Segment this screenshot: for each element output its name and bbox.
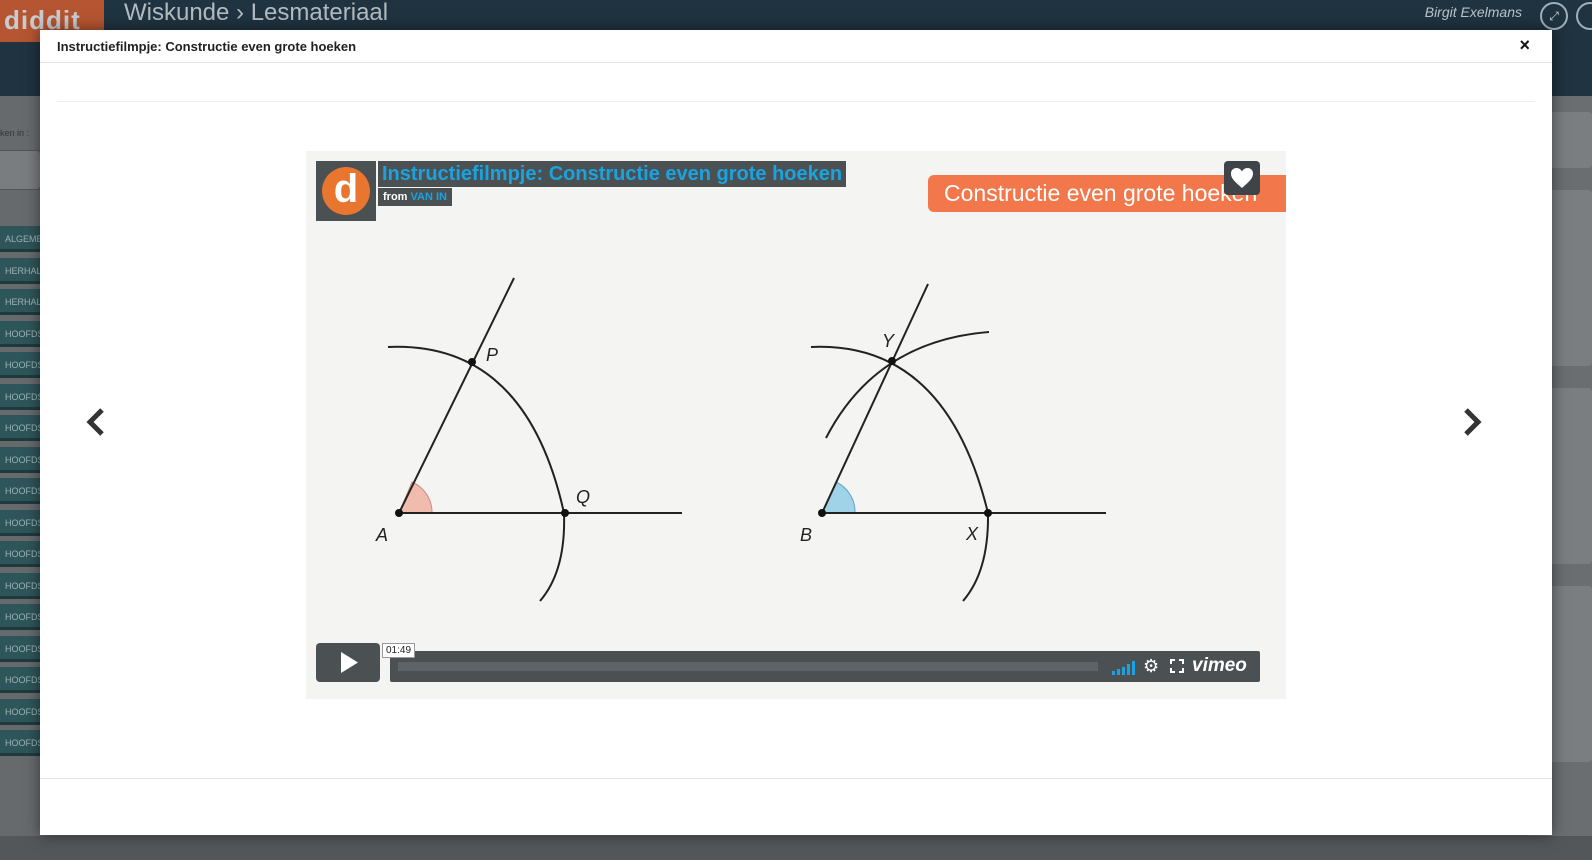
sidebar-item[interactable]: HOOFDS EXPONE [0,352,40,378]
video-player[interactable]: P Q A Y X B d Instructiefilmpje: Constru… [306,151,1286,699]
sidebar-item[interactable]: HERHAL [0,257,40,284]
sidebar-item[interactable]: HOOFDS [0,415,40,441]
sidebar-item[interactable]: HOOFDS [0,604,40,630]
point-label: X [965,524,979,544]
construction-drawing: P Q A Y X B [375,277,1106,602]
sidebar-item[interactable]: HOOFDS [0,730,40,756]
sidebar-item[interactable]: HOOFDS [0,320,40,347]
video-title-box[interactable]: Instructiefilmpje: Constructie even grot… [378,161,847,187]
play-button[interactable] [316,643,380,682]
breadcrumb: Wiskunde › Lesmateriaal [124,0,389,26]
point-label: B [800,525,812,545]
point-label: A [375,525,388,545]
sidebar-item[interactable]: ALGEME [0,226,40,252]
user-name[interactable]: Birgit Exelmans [1425,4,1522,20]
expand-icon[interactable]: ⤢ [1540,2,1568,30]
chevron-right-icon[interactable] [1460,405,1484,439]
point-label: Q [576,487,590,507]
logo-letter: d [322,167,370,215]
angle-a-arc [398,481,433,514]
bottom-strip [0,836,1592,860]
sidebar-item[interactable]: HOOFDS [0,698,40,725]
video-title[interactable]: Instructiefilmpje: Constructie even grot… [382,162,842,186]
author-link[interactable]: VAN IN [411,191,447,203]
modal-footer-divider [40,778,1552,779]
vimeo-logo[interactable]: vimeo [1192,655,1247,677]
sidebar-item[interactable]: HOOFDS [0,446,40,473]
volume-icon[interactable] [1112,659,1136,675]
progress-track[interactable] [398,662,1098,671]
search-input[interactable] [0,150,41,190]
video-modal: Instructiefilmpje: Constructie even grot… [40,30,1552,835]
sidebar-item[interactable]: HOOFDS [0,635,40,662]
sidebar-item[interactable]: HOOFDS [0,667,40,693]
modal-header: Instructiefilmpje: Constructie even grot… [40,30,1552,63]
angle-b-arc [821,481,856,514]
search-label: ken in : [0,128,30,138]
heart-icon [1231,168,1253,188]
settings-gear-icon[interactable]: ⚙ [1143,656,1159,676]
from-label: from [383,191,408,203]
sidebar-item[interactable]: HOOFDS [0,383,40,410]
video-byline: from VAN IN [378,188,452,206]
close-icon[interactable]: × [1519,35,1530,56]
sidebar-item[interactable]: HERHAL [0,289,40,315]
channel-logo[interactable]: d [316,161,376,221]
fullscreen-icon[interactable] [1170,659,1184,673]
video-controlbar: ⚙ vimeo [390,651,1260,682]
like-button[interactable] [1224,161,1260,195]
sidebar-item[interactable]: HOOFDS [0,478,40,504]
time-tooltip: 01:49 [382,643,416,658]
sidebar-item[interactable]: HOOFDS [0,509,40,536]
point-label: P [486,345,498,365]
point-label: Y [882,331,896,351]
divider [57,101,1535,102]
sidebar-item[interactable]: HOOFDS [0,572,40,599]
sidebar-item[interactable]: HOOFDS [0,541,40,567]
modal-title: Instructiefilmpje: Constructie even grot… [57,39,357,54]
chevron-left-icon[interactable] [84,405,108,439]
play-icon [341,652,358,673]
